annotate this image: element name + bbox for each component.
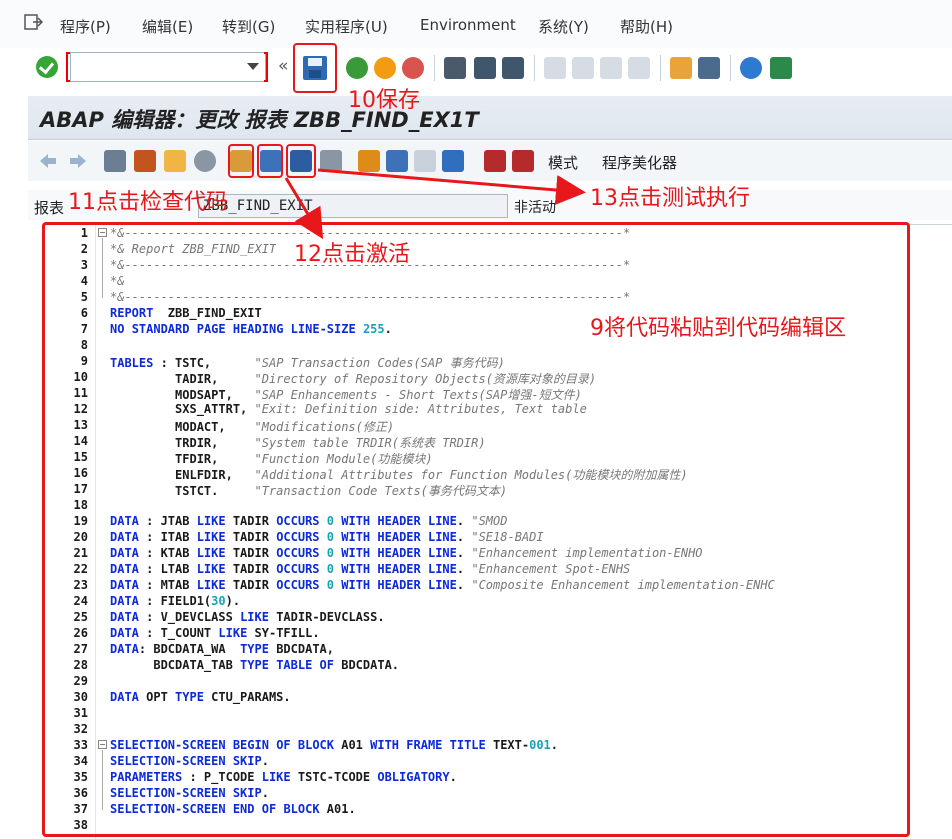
code-area-highlight-box [42, 222, 910, 837]
arrow-test [317, 168, 586, 205]
